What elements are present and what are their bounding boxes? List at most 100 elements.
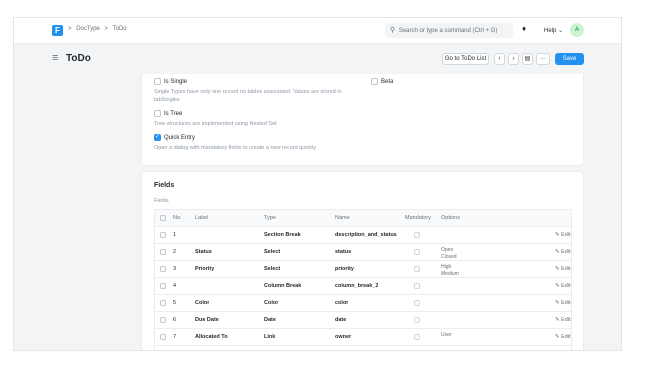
row-select-checkbox[interactable] <box>160 334 166 340</box>
row-select-checkbox[interactable] <box>160 232 166 238</box>
row-mandatory-checkbox[interactable] <box>414 283 420 289</box>
row-fieldname[interactable]: description_section <box>335 346 387 350</box>
prev-record-button[interactable]: ‹ <box>494 53 505 65</box>
is-single-checkbox[interactable] <box>154 78 161 85</box>
chevron-right-icon: › <box>512 56 515 62</box>
row-no: 8 <box>173 346 176 350</box>
search-placeholder: Search or type a command (Ctrl + G) <box>398 28 498 34</box>
notification-bell-icon[interactable]: ♦ <box>522 24 526 33</box>
row-mandatory-checkbox[interactable] <box>414 334 420 340</box>
row-edit-button[interactable]: ✎ Edit <box>555 261 571 278</box>
is-tree-label: Is Tree <box>164 111 183 117</box>
row-label[interactable]: Allocated To <box>195 329 228 346</box>
row-edit-button[interactable]: ✎ Edit <box>555 346 571 350</box>
row-edit-button[interactable]: ✎ Edit <box>555 278 571 295</box>
row-label[interactable]: Priority <box>195 261 214 278</box>
print-button[interactable]: ▤ <box>522 53 533 65</box>
row-fieldname[interactable]: description_and_status <box>335 227 397 244</box>
row-options[interactable]: Open Closed <box>441 244 457 261</box>
help-dropdown[interactable]: Help ⌄ <box>544 27 563 34</box>
table-row[interactable]: 3 Priority Select priority High Medium ✎ Edit <box>155 261 571 278</box>
more-actions-button[interactable]: ··· <box>536 53 550 65</box>
is-single-description: Single Types have only one record no tab… <box>154 89 342 103</box>
row-fieldname[interactable]: date <box>335 312 346 329</box>
row-fieldname[interactable]: owner <box>335 329 351 346</box>
row-select-checkbox[interactable] <box>160 249 166 255</box>
header-label: Label <box>195 215 209 221</box>
checkmark-icon: ✓ <box>155 134 161 140</box>
more-icon: ··· <box>540 56 546 62</box>
row-type[interactable]: Section Break <box>264 227 301 244</box>
row-mandatory-checkbox[interactable] <box>414 266 420 272</box>
fields-table-label: Fields <box>154 198 169 204</box>
row-edit-button[interactable]: ✎ Edit <box>555 312 571 329</box>
table-row[interactable]: 8 Section Break description_section ✎ Edit <box>155 346 571 350</box>
row-edit-button[interactable]: ✎ Edit <box>555 295 571 312</box>
breadcrumb-separator: > <box>104 26 109 32</box>
avatar[interactable]: A <box>570 23 584 37</box>
row-select-checkbox[interactable] <box>160 266 166 272</box>
is-tree-checkbox[interactable] <box>154 110 161 117</box>
row-type[interactable]: Select <box>264 244 280 261</box>
table-row[interactable]: 4 Column Break column_break_2 ✎ Edit <box>155 278 571 295</box>
header-options: Options <box>441 215 460 221</box>
row-fieldname[interactable]: color <box>335 295 348 312</box>
row-type[interactable]: Link <box>264 329 275 346</box>
row-no: 3 <box>173 266 177 272</box>
row-mandatory-checkbox[interactable] <box>414 232 420 238</box>
row-edit-button[interactable]: ✎ Edit <box>555 244 571 261</box>
row-fieldname[interactable]: column_break_2 <box>335 278 378 295</box>
search-icon: ⚲ <box>390 27 396 34</box>
row-edit-label: Edit <box>561 232 571 238</box>
row-select-checkbox[interactable] <box>160 317 166 323</box>
header-type: Type <box>264 215 276 221</box>
quick-entry-checkbox[interactable]: ✓ <box>154 134 161 141</box>
row-edit-label: Edit <box>561 266 571 272</box>
breadcrumb-doctype[interactable]: DocType <box>76 26 100 32</box>
go-to-list-button[interactable]: Go to ToDo List <box>442 53 489 65</box>
app-window: F > DocType > ToDo ⚲ Search or type a co… <box>13 17 622 351</box>
chevron-left-icon: ‹ <box>498 56 501 62</box>
row-edit-button[interactable]: ✎ Edit <box>555 329 571 346</box>
row-fieldname[interactable]: priority <box>335 261 354 278</box>
row-fieldname[interactable]: status <box>335 244 351 261</box>
row-options[interactable]: User <box>441 329 452 346</box>
app-logo[interactable]: F <box>52 25 63 36</box>
row-label[interactable]: Status <box>195 244 212 261</box>
quick-entry-description: Open a dialog with mandatory fields to c… <box>154 145 317 151</box>
row-options[interactable]: High Medium <box>441 261 459 278</box>
row-no: 5 <box>173 300 177 306</box>
table-row[interactable]: 7 Allocated To Link owner User ✎ Edit <box>155 329 571 346</box>
row-mandatory-checkbox[interactable] <box>414 317 420 323</box>
row-type[interactable]: Select <box>264 261 280 278</box>
table-row[interactable]: 5 Color Color color ✎ Edit <box>155 295 571 312</box>
table-row[interactable]: 6 Due Date Date date ✎ Edit <box>155 312 571 329</box>
row-type[interactable]: Section Break <box>264 346 301 350</box>
row-label[interactable]: Due Date <box>195 312 219 329</box>
page-header: ≡ ToDo Go to ToDo List ‹ › ▤ ··· Save <box>14 44 621 74</box>
form-settings-section: Is Single Single Types have only one rec… <box>141 74 584 166</box>
select-all-checkbox[interactable] <box>160 215 166 221</box>
save-button[interactable]: Save <box>555 53 584 65</box>
row-no: 6 <box>173 317 177 323</box>
row-select-checkbox[interactable] <box>160 283 166 289</box>
row-no: 4 <box>173 283 177 289</box>
table-row[interactable]: 2 Status Select status Open Closed ✎ Edit <box>155 244 571 261</box>
row-type[interactable]: Column Break <box>264 278 301 295</box>
header-name: Name <box>335 215 350 221</box>
breadcrumb-todo[interactable]: ToDo <box>113 26 127 32</box>
row-label[interactable]: Color <box>195 295 209 312</box>
beta-checkbox[interactable] <box>371 78 378 85</box>
next-record-button[interactable]: › <box>508 53 519 65</box>
hamburger-menu-icon[interactable]: ≡ <box>52 52 58 64</box>
row-edit-button[interactable]: ✎ Edit <box>555 227 571 244</box>
chevron-down-icon: ⌄ <box>558 28 564 34</box>
row-select-checkbox[interactable] <box>160 300 166 306</box>
row-type[interactable]: Date <box>264 312 276 329</box>
row-mandatory-checkbox[interactable] <box>414 300 420 306</box>
row-type[interactable]: Color <box>264 295 278 312</box>
row-mandatory-checkbox[interactable] <box>414 249 420 255</box>
row-edit-label: Edit <box>561 283 571 289</box>
search-bar[interactable]: ⚲ Search or type a command (Ctrl + G) <box>385 23 513 38</box>
table-row[interactable]: 1 Section Break description_and_status ✎ Ed… <box>155 227 571 244</box>
